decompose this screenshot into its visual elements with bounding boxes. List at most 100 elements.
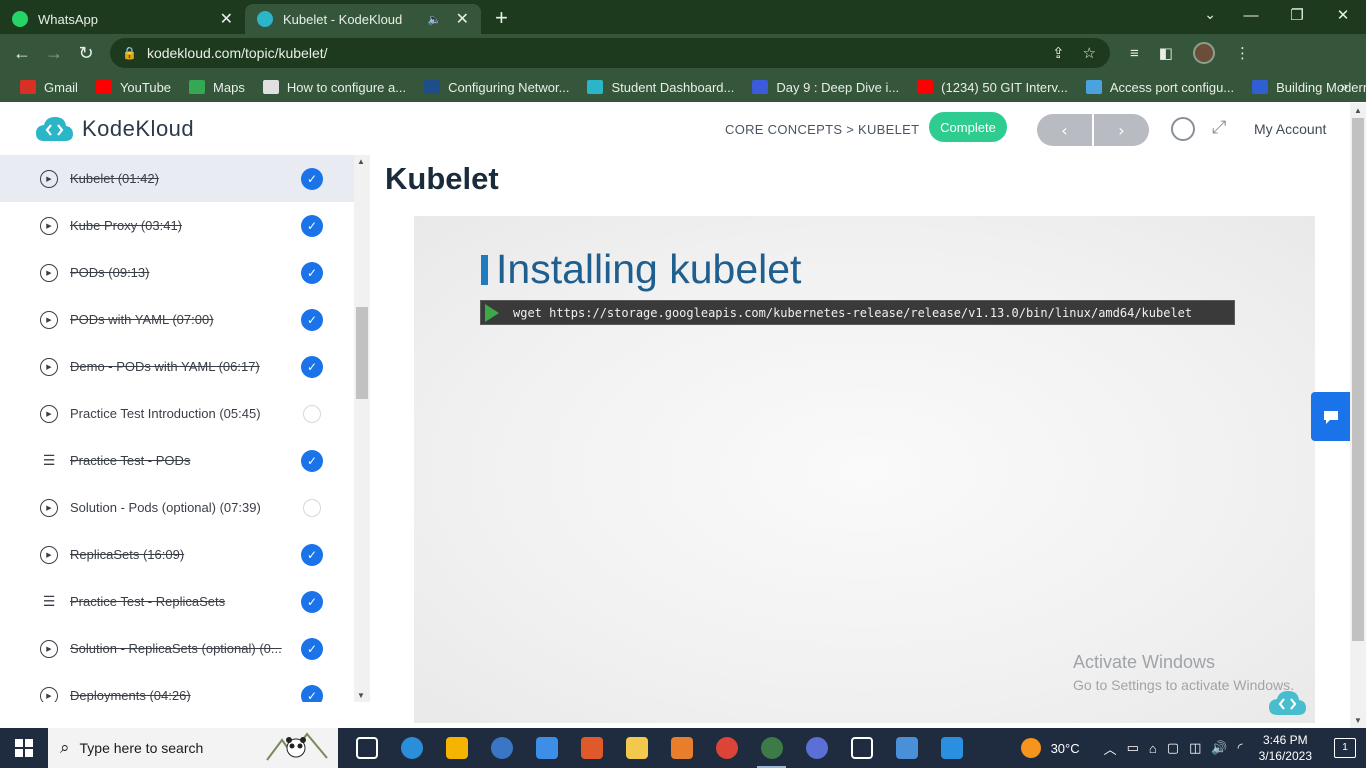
menu-icon[interactable]: ⋮ xyxy=(1235,44,1250,62)
sidebar-lesson-item[interactable]: ▶ Solution - Pods (optional) (07:39) xyxy=(0,484,354,531)
my-account-link[interactable]: My Account xyxy=(1254,121,1326,137)
close-tab-icon[interactable]: ✕ xyxy=(220,9,233,29)
clock[interactable]: 3:46 PM 3/16/2023 xyxy=(1259,732,1312,764)
taskbar-app[interactable] xyxy=(659,728,704,768)
tab-search-chevron-icon[interactable]: ⌄ xyxy=(1204,6,1216,23)
volume-icon[interactable]: 🔊 xyxy=(1211,740,1227,756)
sidebar-lesson-item[interactable]: ☰ Practice Test - PODs ✓ xyxy=(0,437,354,484)
profile-avatar[interactable] xyxy=(1192,42,1215,64)
completed-check-icon[interactable]: ✓ xyxy=(301,543,323,566)
reload-button[interactable]: ↻ xyxy=(70,43,102,64)
taskbar-search[interactable]: ⌕ Type here to search xyxy=(48,728,338,768)
completed-check-icon[interactable]: ✓ xyxy=(301,261,323,284)
bookmark-item[interactable]: How to configure a... xyxy=(255,80,414,95)
dark-mode-toggle-icon[interactable] xyxy=(1171,117,1195,141)
completed-check-icon[interactable]: ✓ xyxy=(301,590,323,613)
close-window-button[interactable]: ✕ xyxy=(1320,0,1366,34)
sidebar-scrollbar[interactable]: ▲ ▼ xyxy=(354,155,370,702)
bookmark-item[interactable]: Gmail xyxy=(12,80,86,95)
previous-lesson-button[interactable]: ‹ xyxy=(1037,114,1092,146)
taskbar-app[interactable] xyxy=(569,728,614,768)
taskbar-app[interactable] xyxy=(749,728,794,768)
battery-icon[interactable]: ▭ xyxy=(1127,740,1139,756)
taskbar-app[interactable] xyxy=(614,728,659,768)
sidebar-lesson-item[interactable]: ▶ Practice Test Introduction (05:45) xyxy=(0,390,354,437)
scroll-up-arrow-icon[interactable]: ▲ xyxy=(357,157,365,166)
fullscreen-icon[interactable]: ⤢ xyxy=(1212,117,1226,138)
complete-button[interactable]: Complete xyxy=(929,112,1007,142)
more-bookmarks-icon[interactable]: » xyxy=(1340,78,1348,94)
bookmark-item[interactable]: Access port configu... xyxy=(1078,80,1242,95)
taskbar-app[interactable] xyxy=(524,728,569,768)
sidebar-lesson-item[interactable]: ▶ PODs (09:13) ✓ xyxy=(0,249,354,296)
sidebar-lesson-item[interactable]: ▶ Kubelet (01:42) ✓ xyxy=(0,155,354,202)
page-scrollbar[interactable]: ▲ ▼ xyxy=(1350,103,1366,728)
page-scroll-down-icon[interactable]: ▼ xyxy=(1354,716,1362,725)
bookmark-label: Access port configu... xyxy=(1109,79,1235,95)
side-panel-icon[interactable]: ◧ xyxy=(1159,44,1173,62)
completed-check-icon[interactable]: ✓ xyxy=(301,214,323,237)
share-icon[interactable]: ⇪ xyxy=(1052,44,1065,62)
kodekloud-logo[interactable]: KodeKloud xyxy=(34,115,194,143)
bookmark-item[interactable]: Configuring Networ... xyxy=(416,80,577,95)
address-bar[interactable]: 🔒 kodekloud.com/topic/kubelet/ ⇪ ☆ xyxy=(110,38,1110,68)
sidebar-lesson-item[interactable]: ▶ Kube Proxy (03:41) ✓ xyxy=(0,202,354,249)
new-tab-button[interactable]: + xyxy=(495,4,508,34)
tab-kubelet[interactable]: Kubelet - KodeKloud 🔈 ✕ xyxy=(245,4,481,34)
notification-center-icon[interactable]: 1 xyxy=(1334,738,1356,758)
completed-check-icon[interactable]: ✓ xyxy=(301,449,323,472)
completed-check-icon[interactable]: ✓ xyxy=(301,355,323,378)
scroll-down-arrow-icon[interactable]: ▼ xyxy=(357,691,365,700)
bookmark-item[interactable]: Student Dashboard... xyxy=(579,80,742,95)
bookmark-item[interactable]: Day 9 : Deep Dive i... xyxy=(744,80,907,95)
speaker-icon[interactable]: 🔈 xyxy=(428,13,442,26)
network-icon[interactable]: ⌂ xyxy=(1149,741,1157,756)
back-button[interactable]: ← xyxy=(6,43,38,64)
taskbar-app[interactable] xyxy=(794,728,839,768)
completed-check-icon[interactable]: ✓ xyxy=(301,637,323,660)
lock-icon[interactable]: 🔒 xyxy=(122,46,137,60)
sidebar-lesson-item[interactable]: ▶ Deployments (04:26) ✓ xyxy=(0,672,354,702)
sidebar-scroll-thumb[interactable] xyxy=(356,307,368,399)
completed-check-icon[interactable]: ✓ xyxy=(301,684,323,702)
completed-check-icon[interactable]: ✓ xyxy=(301,308,323,331)
meet-now-icon[interactable]: ▢ xyxy=(1167,740,1179,756)
taskbar-app[interactable] xyxy=(929,728,974,768)
camera-icon[interactable]: ◫ xyxy=(1189,740,1201,756)
taskbar-app[interactable] xyxy=(479,728,524,768)
sidebar-lesson-item[interactable]: ▶ Demo - PODs with YAML (06:17) ✓ xyxy=(0,343,354,390)
restore-button[interactable]: ❐ xyxy=(1274,0,1320,34)
taskbar-app[interactable] xyxy=(344,728,389,768)
bookmark-item[interactable]: YouTube xyxy=(88,80,179,95)
sidebar-lesson-item[interactable]: ▶ Solution - ReplicaSets (optional) (0...… xyxy=(0,625,354,672)
page-scroll-up-icon[interactable]: ▲ xyxy=(1354,106,1362,115)
reading-list-icon[interactable]: ≡ xyxy=(1130,45,1139,62)
taskbar-app[interactable] xyxy=(884,728,929,768)
show-hidden-icons-chevron-icon[interactable]: ︿ xyxy=(1104,739,1117,758)
sidebar-lesson-item[interactable]: ▶ ReplicaSets (16:09) ✓ xyxy=(0,531,354,578)
weather-sun-icon[interactable] xyxy=(1020,738,1041,758)
taskbar-app[interactable] xyxy=(434,728,479,768)
bookmark-star-icon[interactable]: ☆ xyxy=(1083,44,1096,62)
tab-whatsapp[interactable]: WhatsApp ✕ xyxy=(0,4,245,34)
bookmark-item[interactable]: Maps xyxy=(181,80,253,95)
sidebar-lesson-item[interactable]: ▶ PODs with YAML (07:00) ✓ xyxy=(0,296,354,343)
taskbar-app[interactable] xyxy=(704,728,749,768)
next-lesson-button[interactable]: › xyxy=(1094,114,1149,146)
page-scroll-thumb[interactable] xyxy=(1352,118,1364,641)
minimize-button[interactable]: — xyxy=(1228,0,1274,34)
close-tab-icon[interactable]: ✕ xyxy=(456,9,469,29)
incomplete-circle-icon[interactable] xyxy=(303,404,321,423)
temperature[interactable]: 30°C xyxy=(1051,741,1080,756)
incomplete-circle-icon[interactable] xyxy=(303,498,321,517)
forward-button[interactable]: → xyxy=(38,43,70,64)
video-player[interactable]: Installing kubelet wget https://storage.… xyxy=(414,216,1315,723)
start-button[interactable] xyxy=(0,728,48,768)
completed-check-icon[interactable]: ✓ xyxy=(301,167,323,190)
taskbar-app[interactable] xyxy=(389,728,434,768)
wifi-icon[interactable]: ◜ xyxy=(1238,740,1243,756)
chat-button[interactable] xyxy=(1311,392,1350,441)
bookmark-item[interactable]: (1234) 50 GIT Interv... xyxy=(909,80,1076,95)
sidebar-lesson-item[interactable]: ☰ Practice Test - ReplicaSets ✓ xyxy=(0,578,354,625)
taskbar-app[interactable] xyxy=(839,728,884,768)
